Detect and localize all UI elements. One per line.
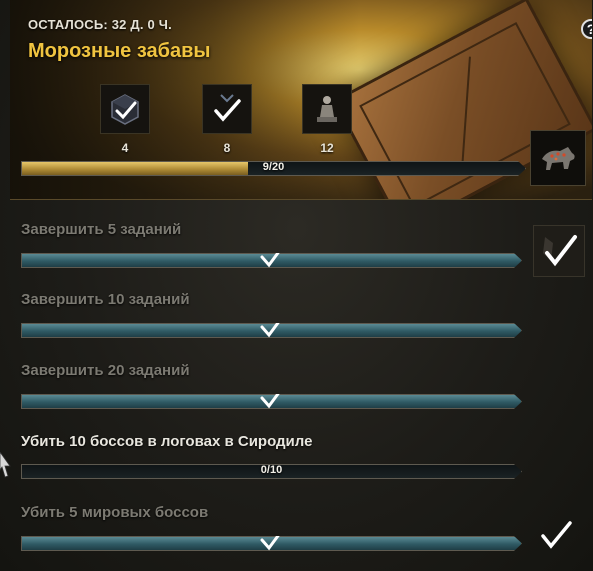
reward-tier-2-count: 8 [223,141,231,155]
task-2-progress-bar [21,323,522,338]
completed-checkmark-icon [543,235,577,267]
task-2-complete-icon [258,313,286,339]
task-1-label: Завершить 5 заданий [21,221,182,238]
mouse-cursor-icon [0,452,11,478]
task-3-label: Завершить 20 заданий [21,362,190,379]
task-5-complete-icon [258,526,286,552]
overall-progress-text: 9/20 [262,161,285,173]
task-3-progress-bar [21,394,522,409]
task-1-complete-icon [258,243,286,269]
task-4-progress-text: 0/10 [260,464,283,476]
overall-progress-bar: 9/20 [21,161,526,176]
help-icon[interactable]: ? [581,19,592,39]
event-title: Морозные забавы [28,40,211,62]
reward-tier-1[interactable] [100,84,150,134]
dye-box-icon [111,94,139,125]
time-remaining: ОСТАЛОСЬ: 32 Д. 0 Ч. [28,17,172,32]
task-2-label: Завершить 10 заданий [21,291,190,308]
task-3-complete-icon [258,384,286,410]
task-4-progress-bar: 0/10 [21,464,522,479]
task-5-label: Убить 5 мировых боссов [21,504,209,521]
reward-tier-3-count: 12 [320,141,334,155]
reward-tier-3[interactable] [302,84,352,134]
final-reward[interactable] [530,130,586,186]
reward-tier-1-count: 4 [121,141,129,155]
task-1-reward[interactable] [533,225,585,277]
task-4-label: Убить 10 боссов в логовах в Сиродиле [21,433,313,450]
reward-tier-2[interactable] [202,84,252,134]
statue-icon [317,96,337,122]
event-banner: ОСТАЛОСЬ: 32 Д. 0 Ч. Морозные забавы ? 4… [10,0,592,200]
task-5-progress-bar [21,536,522,551]
task-5-reward-check-icon [541,521,572,549]
mount-icon [542,147,575,170]
task-1-progress-bar [21,253,522,268]
checkmark-icon [214,94,241,122]
